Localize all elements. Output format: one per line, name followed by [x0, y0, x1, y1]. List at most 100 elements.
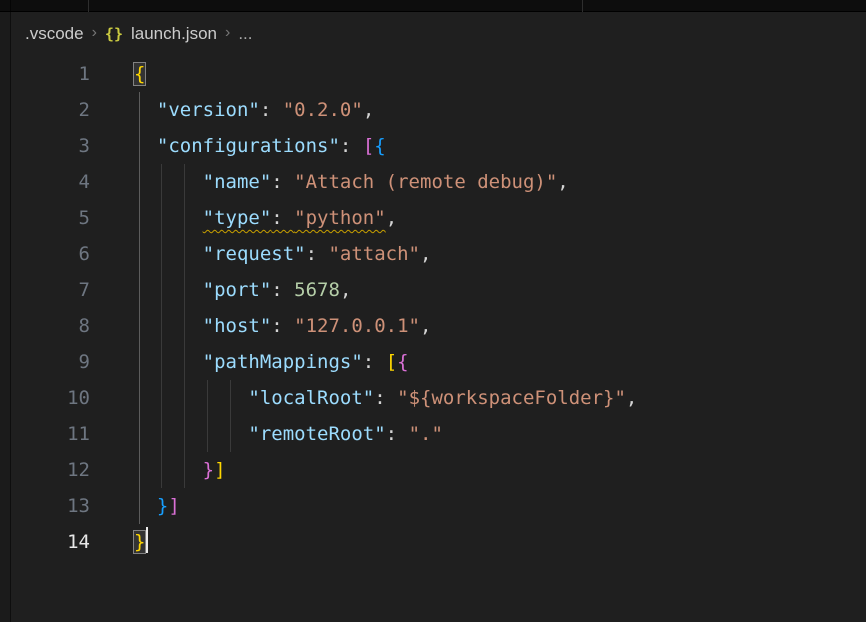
code-token [134, 315, 203, 337]
code-token: : [260, 99, 283, 121]
line-number[interactable]: 5 [0, 200, 90, 236]
code-token: , [420, 315, 431, 337]
code-token: } [203, 459, 214, 481]
code-token: "type" [203, 207, 272, 229]
code-line[interactable]: 8 "host": "127.0.0.1", [0, 308, 866, 344]
code-text: "pathMappings": [{ [90, 344, 409, 380]
code-token: , [363, 99, 374, 121]
line-number[interactable]: 13 [0, 488, 90, 524]
code-token: "." [409, 423, 443, 445]
tab-separator [88, 0, 89, 12]
code-token: : [374, 387, 397, 409]
code-token: : [306, 243, 329, 265]
code-text: "port": 5678, [90, 272, 351, 308]
code-token [134, 99, 157, 121]
code-token: [ [363, 135, 374, 157]
code-token: { [374, 135, 385, 157]
line-number[interactable]: 2 [0, 92, 90, 128]
line-number[interactable]: 8 [0, 308, 90, 344]
line-number[interactable]: 14 [0, 524, 90, 560]
code-token: : [271, 315, 294, 337]
line-number[interactable]: 10 [0, 380, 90, 416]
code-text: "version": "0.2.0", [90, 92, 374, 128]
line-number[interactable]: 7 [0, 272, 90, 308]
line-number[interactable]: 1 [0, 56, 90, 92]
code-token: "request" [203, 243, 306, 265]
breadcrumb-folder[interactable]: .vscode [25, 24, 84, 44]
code-token [134, 243, 203, 265]
code-token [134, 387, 248, 409]
code-text: "host": "127.0.0.1", [90, 308, 431, 344]
line-number[interactable]: 6 [0, 236, 90, 272]
code-token: "0.2.0" [283, 99, 363, 121]
code-token: "configurations" [157, 135, 340, 157]
line-number[interactable]: 9 [0, 344, 90, 380]
code-token [134, 423, 248, 445]
code-token: , [420, 243, 431, 265]
line-number[interactable]: 12 [0, 452, 90, 488]
code-line[interactable]: 2 "version": "0.2.0", [0, 92, 866, 128]
breadcrumb: .vscode › {} launch.json › ... [11, 13, 866, 55]
code-token: , [340, 279, 351, 301]
breadcrumb-symbol-ellipsis[interactable]: ... [238, 24, 252, 44]
code-token: , [626, 387, 637, 409]
code-token [134, 495, 157, 517]
code-token: "${workspaceFolder}" [397, 387, 626, 409]
code-token: "attach" [328, 243, 420, 265]
code-token: : [363, 351, 386, 373]
code-line[interactable]: 12 }] [0, 452, 866, 488]
code-token [134, 351, 203, 373]
code-token: , [557, 171, 568, 193]
code-token [134, 207, 203, 229]
code-token: : [340, 135, 363, 157]
code-text: "type": "python", [90, 200, 397, 236]
code-token: "version" [157, 99, 260, 121]
code-token [134, 171, 203, 193]
code-token: : [271, 279, 294, 301]
code-token: { [397, 351, 408, 373]
code-token: "port" [203, 279, 272, 301]
code-line[interactable]: 3 "configurations": [{ [0, 128, 866, 164]
code-token: "127.0.0.1" [294, 315, 420, 337]
chevron-right-icon: › [92, 24, 97, 42]
code-text: } [90, 524, 148, 560]
code-text: "configurations": [{ [90, 128, 386, 164]
code-line[interactable]: 10 "localRoot": "${workspaceFolder}", [0, 380, 866, 416]
code-token: "host" [203, 315, 272, 337]
tab-bar [0, 0, 866, 12]
code-token: } [134, 531, 145, 553]
code-token: } [157, 495, 168, 517]
line-number[interactable]: 4 [0, 164, 90, 200]
breadcrumb-file[interactable]: launch.json [131, 24, 217, 44]
code-token: ] [214, 459, 225, 481]
code-line[interactable]: 9 "pathMappings": [{ [0, 344, 866, 380]
line-number[interactable]: 11 [0, 416, 90, 452]
code-line[interactable]: 5 "type": "python", [0, 200, 866, 236]
json-file-icon: {} [105, 25, 123, 43]
code-token: ] [168, 495, 179, 517]
code-token: : [271, 207, 294, 229]
tab-separator [582, 0, 583, 12]
code-text: "request": "attach", [90, 236, 431, 272]
code-token [134, 459, 203, 481]
code-line[interactable]: 4 "name": "Attach (remote debug)", [0, 164, 866, 200]
code-token: : [386, 423, 409, 445]
code-token: "localRoot" [248, 387, 374, 409]
code-line[interactable]: 13 }] [0, 488, 866, 524]
code-token: 5678 [294, 279, 340, 301]
editor[interactable]: 1{2 "version": "0.2.0",3 "configurations… [0, 56, 866, 622]
code-token: "Attach (remote debug)" [294, 171, 557, 193]
code-token: "name" [203, 171, 272, 193]
code-token: { [134, 63, 145, 85]
code-text: "remoteRoot": "." [90, 416, 443, 452]
code-line[interactable]: 6 "request": "attach", [0, 236, 866, 272]
code-line[interactable]: 14} [0, 524, 866, 560]
code-text: { [90, 56, 145, 92]
code-token: "python" [294, 207, 386, 229]
code-text: }] [90, 488, 180, 524]
code-line[interactable]: 1{ [0, 56, 866, 92]
code-text: "name": "Attach (remote debug)", [90, 164, 569, 200]
line-number[interactable]: 3 [0, 128, 90, 164]
code-line[interactable]: 7 "port": 5678, [0, 272, 866, 308]
code-line[interactable]: 11 "remoteRoot": "." [0, 416, 866, 452]
